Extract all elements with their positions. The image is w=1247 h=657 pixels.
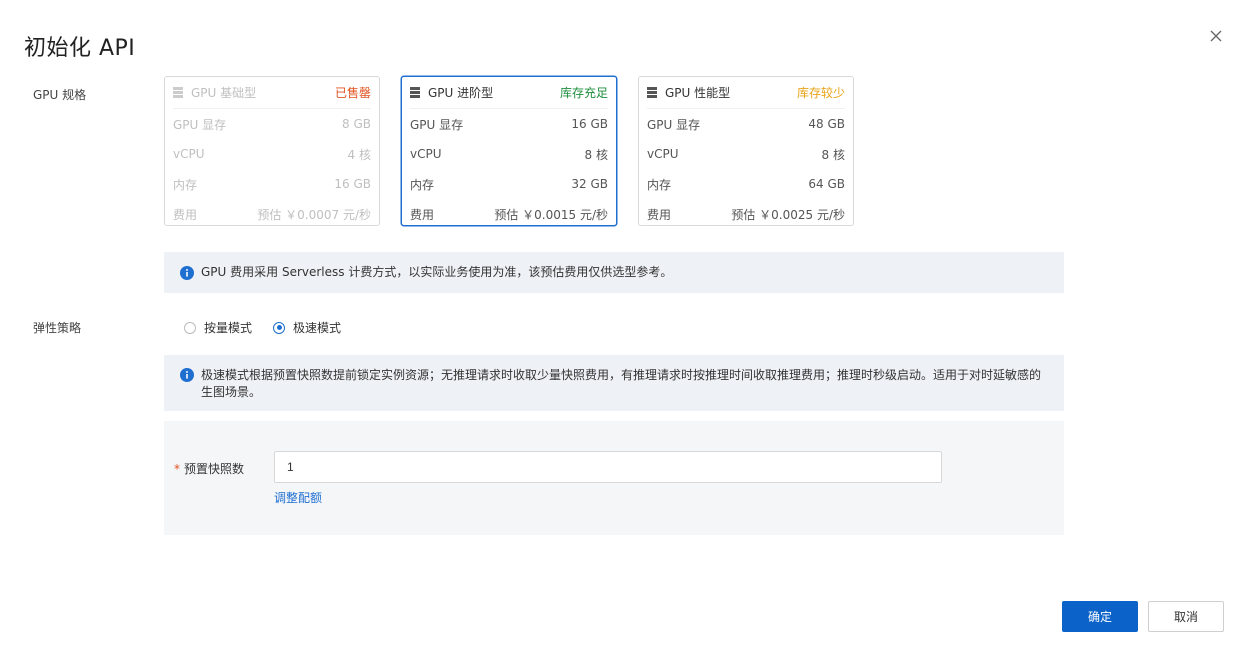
row-value: 16 GB xyxy=(571,117,608,131)
radio-dot[interactable] xyxy=(273,321,285,334)
stock-status: 已售罄 xyxy=(334,86,371,100)
stock-status: 库存较少 xyxy=(796,86,845,100)
row-value: 16 GB xyxy=(334,177,371,191)
gpu-spec-label: GPU 规格 xyxy=(33,88,87,102)
gpu-cost-notice: GPU 费用采用 Serverless 计费方式，以实际业务使用为准，该预估费用… xyxy=(164,252,1064,293)
row-label: 费用 xyxy=(173,207,198,222)
row-value: 8 核 xyxy=(821,147,845,162)
row-value: 4 核 xyxy=(347,147,371,162)
row-value: 48 GB xyxy=(808,117,845,131)
radio-turbo[interactable]: 极速模式 xyxy=(273,319,341,336)
snapshot-label: * 预置快照数 xyxy=(174,460,244,477)
card-header: GPU 性能型 库存较少 xyxy=(647,77,845,109)
close-icon[interactable] xyxy=(1208,28,1224,44)
adjust-quota-link[interactable]: 调整配额 xyxy=(274,489,322,506)
row-label: 费用 xyxy=(647,207,672,222)
card-row: vCPU 8 核 xyxy=(410,139,608,169)
row-value: 8 核 xyxy=(584,147,608,162)
card-row: GPU 显存 16 GB xyxy=(410,109,608,139)
row-value: 预估 ￥0.0007 元/秒 xyxy=(257,207,371,222)
row-label: 内存 xyxy=(647,177,672,192)
card-name: GPU 进阶型 xyxy=(428,86,494,100)
row-value: 64 GB xyxy=(808,177,845,191)
info-icon xyxy=(180,265,194,280)
card-header: GPU 基础型 已售罄 xyxy=(173,77,371,109)
row-label: vCPU xyxy=(173,147,205,161)
dialog-title: 初始化 API xyxy=(24,36,136,61)
row-value: 32 GB xyxy=(571,177,608,191)
required-mark: * xyxy=(174,462,180,476)
card-row: vCPU 4 核 xyxy=(173,139,371,169)
row-label: 费用 xyxy=(410,207,435,222)
card-name-wrap: GPU 进阶型 xyxy=(410,84,493,101)
snapshot-panel: * 预置快照数 调整配额 xyxy=(164,421,1064,535)
radio-on-demand[interactable]: 按量模式 xyxy=(184,319,252,336)
elastic-strategy-label: 弹性策略 xyxy=(33,321,82,335)
server-icon xyxy=(173,87,183,98)
row-label: 内存 xyxy=(173,177,198,192)
gpu-card-performance[interactable]: GPU 性能型 库存较少 GPU 显存 48 GB vCPU 8 核 内存 64 GB… xyxy=(638,76,854,226)
row-label: GPU 显存 xyxy=(173,117,227,132)
gpu-card-basic: GPU 基础型 已售罄 GPU 显存 8 GB vCPU 4 核 内存 16 GB 费… xyxy=(164,76,380,226)
row-label: GPU 显存 xyxy=(647,117,701,132)
card-row: 费用 预估 ￥0.0007 元/秒 xyxy=(173,199,371,229)
stock-status: 库存充足 xyxy=(559,86,608,100)
confirm-button[interactable]: 确定 xyxy=(1062,601,1138,632)
card-name: GPU 性能型 xyxy=(665,86,731,100)
row-value: 预估 ￥0.0015 元/秒 xyxy=(494,207,608,222)
row-label: 内存 xyxy=(410,177,435,192)
snapshot-count-input[interactable] xyxy=(274,451,942,483)
card-row: GPU 显存 8 GB xyxy=(173,109,371,139)
snapshot-label-text: 预置快照数 xyxy=(184,462,245,476)
card-row: vCPU 8 核 xyxy=(647,139,845,169)
server-icon xyxy=(647,87,657,98)
row-label: vCPU xyxy=(647,147,679,161)
turbo-mode-notice: 极速模式根据预置快照数提前锁定实例资源；无推理请求时收取少量快照费用，有推理请求… xyxy=(164,355,1064,411)
radio-label: 按量模式 xyxy=(204,321,253,335)
notice-text: GPU 费用采用 Serverless 计费方式，以实际业务使用为准，该预估费用… xyxy=(201,265,673,279)
info-icon xyxy=(180,368,194,382)
card-row: 费用 预估 ￥0.0025 元/秒 xyxy=(647,199,845,229)
row-label: GPU 显存 xyxy=(410,117,464,132)
card-row: GPU 显存 48 GB xyxy=(647,109,845,139)
row-label: vCPU xyxy=(410,147,442,161)
cancel-button[interactable]: 取消 xyxy=(1148,601,1224,632)
row-value: 8 GB xyxy=(342,117,371,131)
card-row: 内存 32 GB xyxy=(410,169,608,199)
server-icon xyxy=(410,87,420,98)
card-row: 费用 预估 ￥0.0015 元/秒 xyxy=(410,199,608,229)
card-row: 内存 16 GB xyxy=(173,169,371,199)
card-row: 内存 64 GB xyxy=(647,169,845,199)
card-name-wrap: GPU 性能型 xyxy=(647,84,730,101)
card-header: GPU 进阶型 库存充足 xyxy=(410,77,608,109)
card-name-wrap: GPU 基础型 xyxy=(173,84,256,101)
radio-dot[interactable] xyxy=(184,321,196,334)
card-name: GPU 基础型 xyxy=(191,86,257,100)
notice-text: 极速模式根据预置快照数提前锁定实例资源；无推理请求时收取少量快照费用，有推理请求… xyxy=(201,368,1042,399)
radio-label: 极速模式 xyxy=(293,321,342,335)
row-value: 预估 ￥0.0025 元/秒 xyxy=(731,207,845,222)
gpu-card-advanced[interactable]: GPU 进阶型 库存充足 GPU 显存 16 GB vCPU 8 核 内存 32 GB… xyxy=(401,76,617,226)
